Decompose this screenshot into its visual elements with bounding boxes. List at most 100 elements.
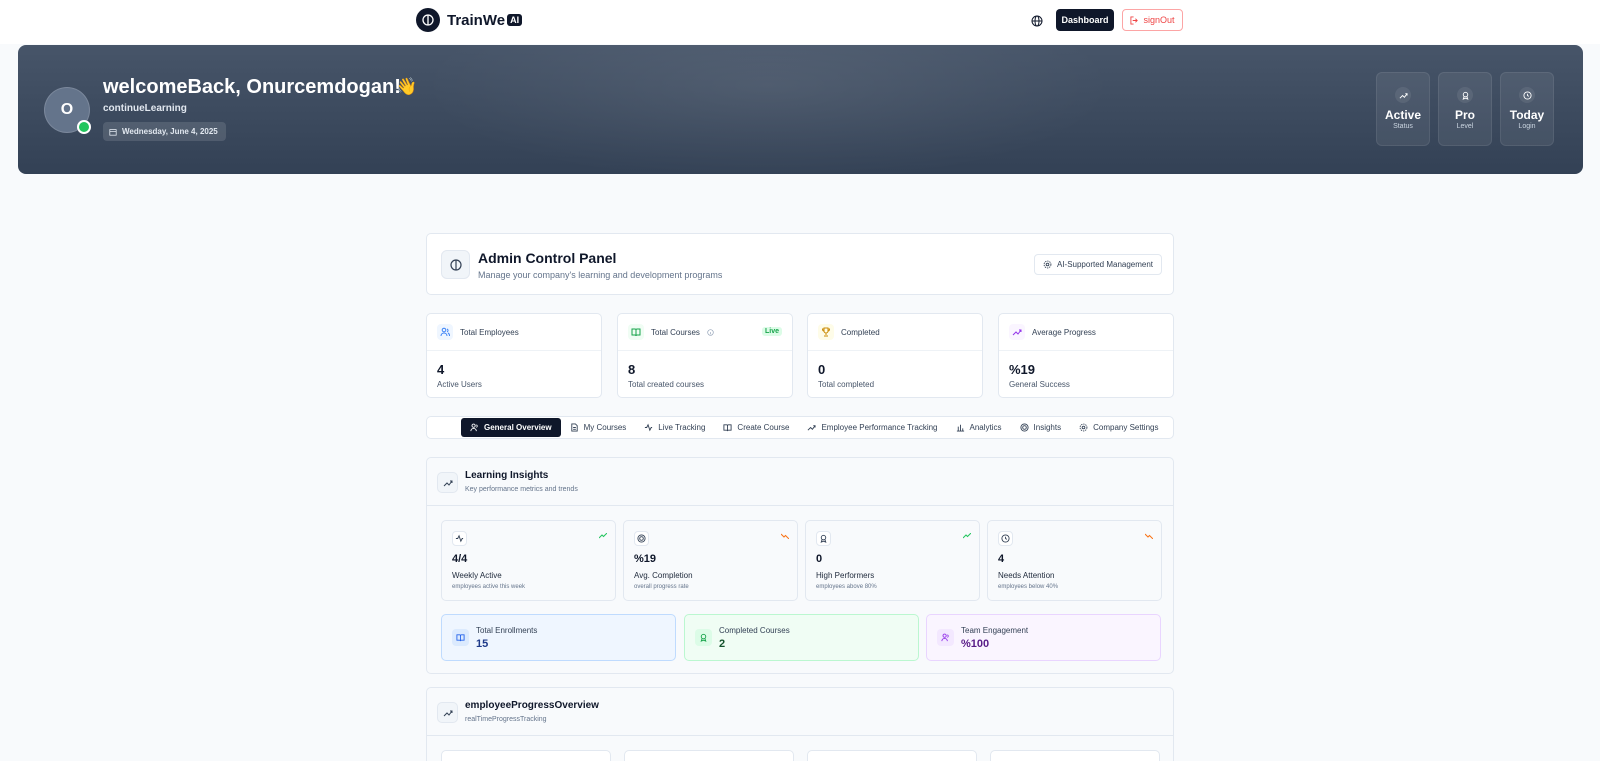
tab-label: Create Course <box>737 423 790 432</box>
progress-card <box>441 750 611 761</box>
users-icon <box>937 629 954 646</box>
main-tabs: General Overview My Courses Live Trackin… <box>426 416 1174 439</box>
logout-icon <box>1130 15 1139 25</box>
tab-label: Analytics <box>969 423 1002 432</box>
summary-value: 2 <box>719 638 726 650</box>
globe-icon[interactable] <box>1030 14 1044 28</box>
stat-label: Login <box>1518 123 1536 130</box>
book-icon <box>723 424 732 432</box>
tab-insights[interactable]: Insights <box>1011 418 1071 437</box>
insight-sub: employees below 40% <box>998 584 1059 590</box>
gear-icon <box>1079 423 1088 432</box>
metric-sub: General Success <box>1009 380 1070 389</box>
stat-label: Level <box>1456 123 1474 130</box>
book-icon <box>628 324 644 340</box>
calendar-icon <box>109 128 117 136</box>
insight-sub: employees active this week <box>452 584 526 590</box>
signout-button[interactable]: signOut <box>1122 9 1183 31</box>
insight-sub: overall progress rate <box>634 584 689 590</box>
progress-card <box>807 750 977 761</box>
logo-text: TrainWe <box>447 11 506 29</box>
logo-badge: AI <box>507 14 523 26</box>
tab-label: Live Tracking <box>658 423 706 432</box>
summary-label: Total Enrollments <box>476 626 538 635</box>
clock-icon <box>1519 87 1535 103</box>
tab-label: Company Settings <box>1093 423 1159 432</box>
progress-card <box>624 750 794 761</box>
metric-sub: Total created courses <box>628 380 705 389</box>
trending-up-icon <box>1009 324 1025 340</box>
tab-label: Insights <box>1033 423 1062 432</box>
insight-value: %19 <box>634 553 657 565</box>
trend-up-icon <box>963 533 971 539</box>
section-subtitle: Key performance metrics and trends <box>465 486 578 493</box>
tab-analytics[interactable]: Analytics <box>947 418 1011 437</box>
users-icon <box>437 324 453 340</box>
insight-sub: employees above 80% <box>816 584 877 590</box>
stat-value: Pro <box>1454 108 1475 122</box>
ai-chip-label: AI-Supported Management <box>1056 260 1154 269</box>
welcome-banner: O welcomeBack, Onurcemdogan! 👋 continueL… <box>18 45 1583 174</box>
ai-management-badge: AI-Supported Management <box>1034 254 1162 275</box>
trend-up-icon <box>599 533 607 539</box>
award-icon <box>695 629 712 646</box>
insight-high-performers: 0 High Performers employees above 80% <box>805 520 980 601</box>
admin-control-panel: Admin Control Panel Manage your company'… <box>426 233 1174 295</box>
trophy-icon <box>818 324 834 340</box>
activity-icon <box>452 531 467 546</box>
insight-value: 4 <box>998 553 1005 565</box>
section-subtitle: realTimeProgressTracking <box>465 716 547 723</box>
target-icon <box>1019 423 1029 432</box>
admin-title: Admin Control Panel <box>478 250 617 266</box>
target-icon <box>634 531 649 546</box>
tab-my-courses[interactable]: My Courses <box>561 418 636 437</box>
insight-value: 4/4 <box>452 553 468 565</box>
tab-label: Employee Performance Tracking <box>821 423 938 432</box>
summary-team-engagement: Team Engagement %100 <box>926 614 1161 661</box>
summary-total-enrollments: Total Enrollments 15 <box>441 614 676 661</box>
stat-login: Today Login <box>1500 72 1554 146</box>
stat-value: Active <box>1384 108 1422 122</box>
brain-icon <box>416 8 440 32</box>
tab-company-settings[interactable]: Company Settings <box>1070 418 1167 437</box>
section-title: Learning Insights <box>465 470 549 481</box>
learning-insights-section: Learning Insights Key performance metric… <box>426 457 1174 674</box>
insight-avg-completion: %19 Avg. Completion overall progress rat… <box>623 520 798 601</box>
users-icon <box>470 423 478 432</box>
tab-general-overview[interactable]: General Overview <box>461 418 561 437</box>
section-header: Learning Insights Key performance metric… <box>427 458 1173 506</box>
logo[interactable]: TrainWe AI <box>416 8 523 32</box>
metric-total-employees: Total Employees 4 Active Users <box>426 313 602 398</box>
brain-icon <box>441 250 470 279</box>
file-icon <box>570 423 578 432</box>
trending-up-icon <box>437 702 458 723</box>
metric-value: %19 <box>1009 362 1036 377</box>
employee-progress-section: employeeProgressOverview realTimeProgres… <box>426 687 1174 761</box>
summary-value: %100 <box>961 638 990 650</box>
metric-sub: Total completed <box>818 380 875 389</box>
tab-live-tracking[interactable]: Live Tracking <box>635 418 714 437</box>
tab-employee-performance[interactable]: Employee Performance Tracking <box>798 418 946 437</box>
admin-subtitle: Manage your company's learning and devel… <box>478 270 723 280</box>
activity-icon <box>645 423 653 432</box>
insight-label: High Performers <box>816 571 875 580</box>
top-navbar: TrainWe AI Dashboard signOut <box>0 0 1600 44</box>
trending-up-icon <box>808 425 817 431</box>
welcome-subtitle: continueLearning <box>103 103 187 114</box>
section-title: employeeProgressOverview <box>465 700 599 711</box>
trending-up-icon <box>1395 87 1411 103</box>
trending-up-icon <box>437 472 458 493</box>
metric-title: Average Progress <box>1032 327 1096 337</box>
live-badge: Live <box>761 327 782 336</box>
insight-label: Avg. Completion <box>634 571 693 580</box>
section-header: employeeProgressOverview realTimeProgres… <box>427 688 1173 736</box>
tab-create-course[interactable]: Create Course <box>714 418 798 437</box>
welcome-title: welcomeBack, Onurcemdogan! <box>103 76 401 98</box>
summary-completed-courses: Completed Courses 2 <box>684 614 919 661</box>
insight-value: 0 <box>816 553 823 565</box>
date-text: Wednesday, June 4, 2025 <box>122 127 218 136</box>
insight-label: Weekly Active <box>452 571 502 580</box>
insight-needs-attention: 4 Needs Attention employees below 40% <box>987 520 1162 601</box>
dashboard-button[interactable]: Dashboard <box>1056 9 1114 31</box>
info-icon[interactable] <box>707 328 714 336</box>
